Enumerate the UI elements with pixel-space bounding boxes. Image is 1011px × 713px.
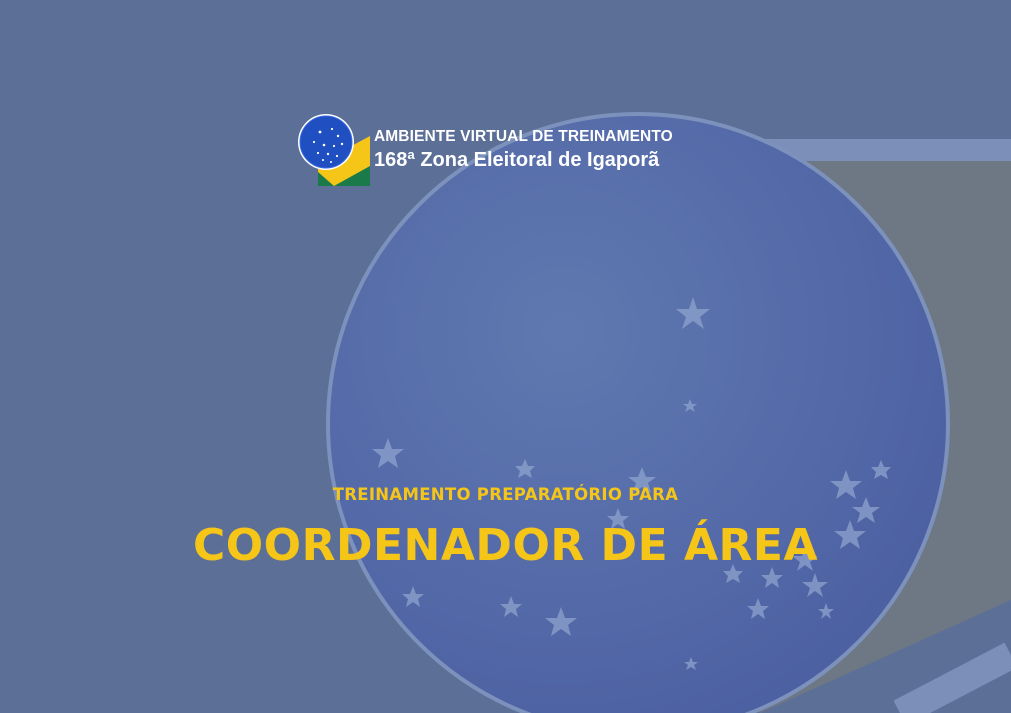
logo-lockup: AMBIENTE VIRTUAL DE TREINAMENTO 168ª Zon… [298,112,718,190]
logo-subtitle: 168ª Zona Eleitoral de Igaporã [374,149,660,171]
starry-globe-icon [326,112,950,713]
hero-subtitle: TREINAMENTO PREPARATÓRIO PARA [332,485,679,504]
electoral-justice-globe-icon [298,114,370,186]
slab-frame-bottom [893,642,1011,713]
cover-slide: AMBIENTE VIRTUAL DE TREINAMENTO 168ª Zon… [0,0,1011,713]
background-graphic [326,112,1011,713]
logo-title: AMBIENTE VIRTUAL DE TREINAMENTO [374,128,673,145]
hero-title: COORDENADOR DE ÁREA [192,520,818,571]
